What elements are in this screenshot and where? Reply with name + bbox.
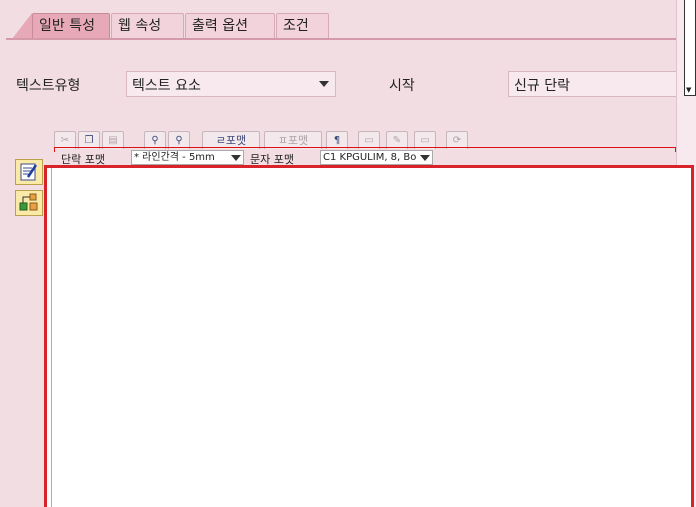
tab-web-properties[interactable]: 웹 속성 [111,13,184,39]
tab-output-options[interactable]: 출력 옵션 [185,13,275,39]
edit-text-icon[interactable] [15,159,43,185]
editor-margin-line [51,168,52,507]
tab-underline [6,38,676,40]
tab-decoration [12,13,32,39]
chevron-down-icon[interactable] [420,155,430,161]
paragraph-format-value: * 라인간격 - 5mm [134,152,215,163]
chevron-down-icon[interactable] [231,155,241,161]
frame-corner-left [54,147,55,152]
frame-corner-right [675,147,676,152]
text-type-value: 텍스트 요소 [132,78,201,94]
tree-structure-icon[interactable] [15,190,43,216]
start-label: 시작 [389,78,415,94]
text-editor[interactable] [44,165,694,507]
character-format-select[interactable]: C1 KPGULIM, 8, Bo [320,150,433,165]
character-format-value: C1 KPGULIM, 8, Bo [323,152,417,163]
scroll-down-icon[interactable]: ▼ [686,87,691,94]
text-type-label: 텍스트유형 [16,78,81,94]
tab-conditions[interactable]: 조건 [276,13,329,39]
text-type-dropdown[interactable]: 텍스트 요소 [126,71,336,97]
chevron-down-icon[interactable] [319,81,329,87]
start-field[interactable]: 신규 단락 [508,71,676,97]
paragraph-format-select[interactable]: * 라인간격 - 5mm [131,150,244,165]
tab-general-properties[interactable]: 일반 특성 [32,13,110,39]
vertical-scrollbar[interactable]: ▼ [684,0,696,96]
start-value: 신규 단락 [514,78,570,94]
